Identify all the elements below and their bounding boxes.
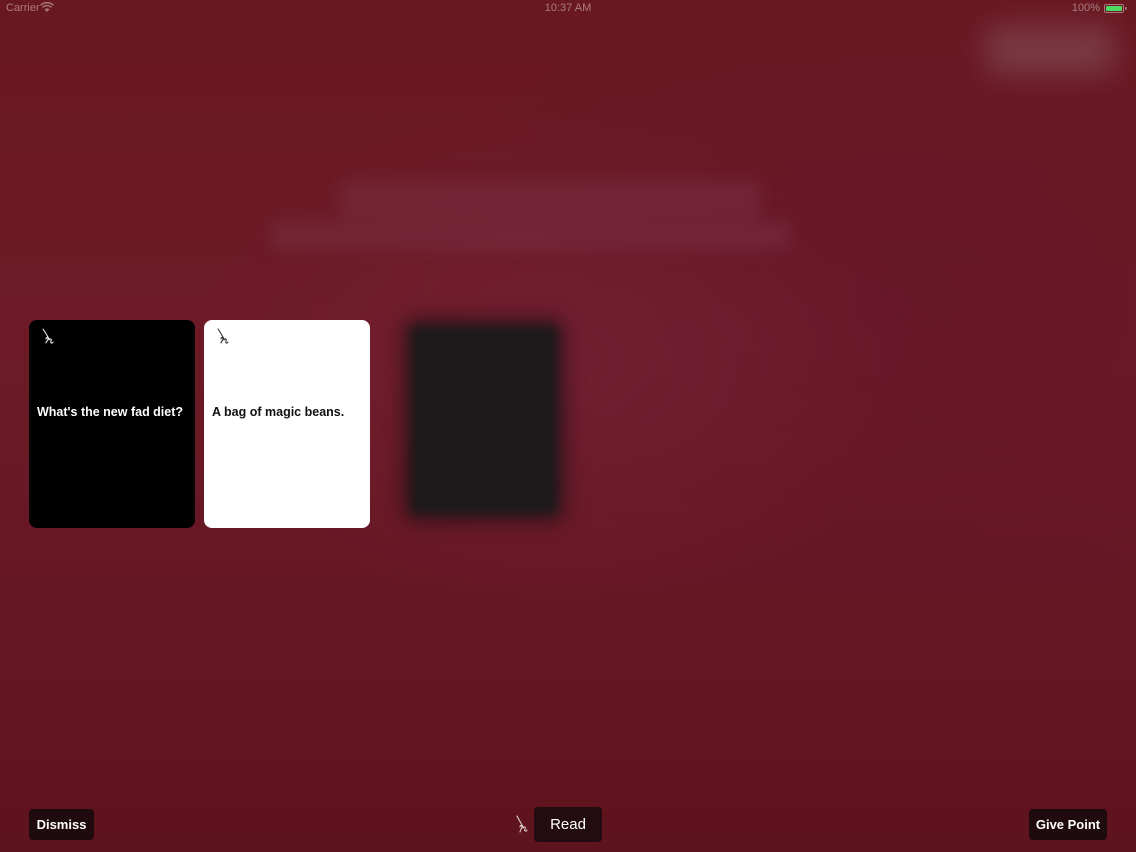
answer-card[interactable]: A bag of magic beans.	[204, 320, 370, 528]
question-card-text: What's the new fad diet?	[37, 405, 184, 419]
battery-percentage: 100%	[1071, 2, 1100, 14]
card-logo-icon	[217, 328, 229, 344]
status-time: 10:37 AM	[544, 2, 592, 14]
question-card[interactable]: What's the new fad diet?	[29, 320, 195, 528]
blurred-background-button	[985, 25, 1115, 75]
status-bar: Carrier 10:37 AM 100%	[0, 0, 1136, 18]
game-screen: Carrier 10:37 AM 100% What's the new fad…	[0, 0, 1136, 852]
card-logo-icon	[42, 328, 54, 344]
give-point-button[interactable]: Give Point	[1029, 809, 1107, 840]
card-logo-icon	[516, 815, 528, 833]
blurred-background-text	[270, 220, 790, 250]
read-button[interactable]: Read	[534, 807, 602, 842]
answer-card-text: A bag of magic beans.	[212, 405, 345, 419]
dismiss-button[interactable]: Dismiss	[29, 809, 94, 840]
blurred-background-text	[340, 180, 760, 220]
battery-icon	[1104, 4, 1127, 13]
blurred-card-stack	[410, 325, 558, 515]
